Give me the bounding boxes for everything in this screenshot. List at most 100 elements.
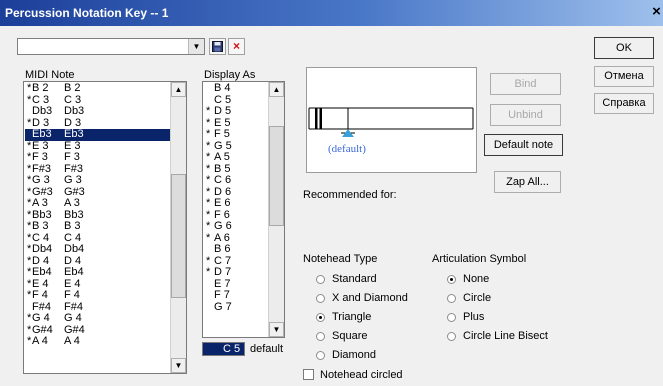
row-note: A 4 [32,335,48,347]
unbind-button[interactable]: Unbind [490,104,561,126]
save-button[interactable] [209,38,226,55]
bind-button[interactable]: Bind [490,73,561,95]
display-as-value[interactable]: C 5 [202,342,245,356]
list-item[interactable]: * F 4F 4 [25,289,171,302]
list-item[interactable]: * E 6 [204,197,268,210]
row-note: G 4 [32,312,50,324]
list-item[interactable]: * C 6 [204,174,268,187]
radio-standard[interactable] [316,275,325,284]
list-item[interactable]: * B 2B 2 [25,82,171,95]
window-title: Percussion Notation Key -- 1 [5,6,169,20]
close-icon[interactable]: × [650,4,663,20]
scroll-up-icon[interactable]: ▲ [269,82,284,97]
midi-scrollbar[interactable]: ▲ ▼ [170,82,186,373]
row-note: G 3 [32,174,50,186]
row-note-name: A 3 [64,197,80,209]
list-item[interactable]: * D 7 [204,266,268,279]
midi-note-list[interactable]: * B 2B 2 * C 3C 3 Db3 Db3 * D 3D 3 Eb3 Eb3 * E 3E 3… [23,81,187,374]
row-note: F 3 [32,151,48,163]
radio-square[interactable] [316,332,325,341]
row-note: Eb3 [32,128,52,140]
radio-label: Triangle [332,311,372,323]
delete-button[interactable]: × [228,38,245,55]
list-item[interactable]: * B 3B 3 [25,220,171,233]
row-note-name: A 4 [64,335,80,347]
help-button[interactable]: Справка [594,93,654,114]
list-item[interactable]: G 7 [204,300,268,314]
notehead-type-label: Notehead Type [303,253,378,265]
default-note-button[interactable]: Default note [484,134,563,156]
list-item[interactable]: B 4 [204,82,268,95]
list-item[interactable]: F 7 [204,289,268,302]
radio-triangle[interactable] [316,313,325,322]
scroll-thumb[interactable] [269,126,284,226]
radio-label: X and Diamond [332,292,408,304]
notehead-circled-checkbox[interactable] [303,369,314,380]
row-note-name: F 3 [64,151,80,163]
row-note: C 6 [214,174,232,186]
scroll-down-icon[interactable]: ▼ [171,358,186,373]
floppy-icon [212,41,223,52]
row-note: B 6 [214,243,231,255]
list-item[interactable]: * G 6 [204,220,268,233]
row-star: * [206,231,211,244]
row-star: * [206,105,211,117]
row-note: G 6 [214,220,232,232]
radio-label: Standard [332,273,377,285]
list-item[interactable]: * F 5 [204,128,268,141]
row-star: * [206,128,211,140]
staff-icon [308,107,474,137]
radio-circle-line-bisect[interactable] [447,332,456,341]
radio-diamond[interactable] [316,351,325,360]
list-item[interactable]: * A 3A 3 [25,197,171,210]
row-star: * [206,197,211,209]
row-note-name: Eb3 [64,128,84,140]
row-note-name: G 4 [64,312,82,324]
list-item[interactable]: * G 4G 4 [25,312,171,325]
row-note: Db3 [32,105,53,117]
list-item[interactable]: * A 4A 4 [25,335,171,348]
list-item[interactable]: * D 5 [204,105,268,118]
radio-x-and-diamond[interactable] [316,294,325,303]
row-star: * [206,174,211,186]
display-as-label: Display As [204,69,256,81]
list-item[interactable]: B 6 [204,243,268,256]
midi-note-label: MIDI Note [25,69,75,81]
radio-circle[interactable] [447,294,456,303]
display-scrollbar[interactable]: ▲ ▼ [268,82,284,337]
radio-plus[interactable] [447,313,456,322]
default-caption: (default) [328,143,366,155]
cancel-button[interactable]: Отмена [594,66,654,87]
row-note-name: F 4 [64,289,80,301]
chevron-down-icon[interactable]: ▼ [188,39,204,54]
list-item[interactable]: * Db4 Db4 [25,243,171,256]
default-label: default [250,343,284,355]
row-note: G 7 [214,300,232,313]
list-item[interactable]: * F 3F 3 [25,151,171,164]
row-note: F 7 [214,289,230,301]
articulation-symbol-label: Articulation Symbol [432,253,527,265]
row-note: E 6 [214,197,231,209]
scroll-thumb[interactable] [171,174,186,298]
row-note: Db4 [32,243,53,255]
scroll-down-icon[interactable]: ▼ [269,322,284,337]
display-as-list[interactable]: B 4C 5 * D 5 * E 5 * F 5 * G 5 * A 5 * B 5 * C 6 * D 6 * E… [202,81,285,338]
recommended-for-label: Recommended for: [303,189,397,201]
row-note: B 3 [32,220,49,232]
row-note: D 7 [214,266,232,278]
ok-button[interactable]: OK [594,37,654,59]
list-item[interactable]: * A 5 [204,151,268,164]
scroll-up-icon[interactable]: ▲ [171,82,186,97]
list-item[interactable]: * Eb4 Eb4 [25,266,171,279]
zap-all-button[interactable]: Zap All... [494,171,561,193]
list-item[interactable]: Eb3 Eb3 [25,128,171,141]
radio-none[interactable] [447,275,456,284]
radio-label: Circle Line Bisect [463,330,548,342]
list-item[interactable]: Db3 Db3 [25,105,171,118]
row-note-name: Db4 [64,243,85,255]
preset-combobox[interactable]: ▼ [17,38,205,55]
radio-label: Diamond [332,349,377,361]
list-item[interactable]: * G 3G 3 [25,174,171,187]
row-star: * [206,151,211,163]
row-star: * [206,220,211,232]
